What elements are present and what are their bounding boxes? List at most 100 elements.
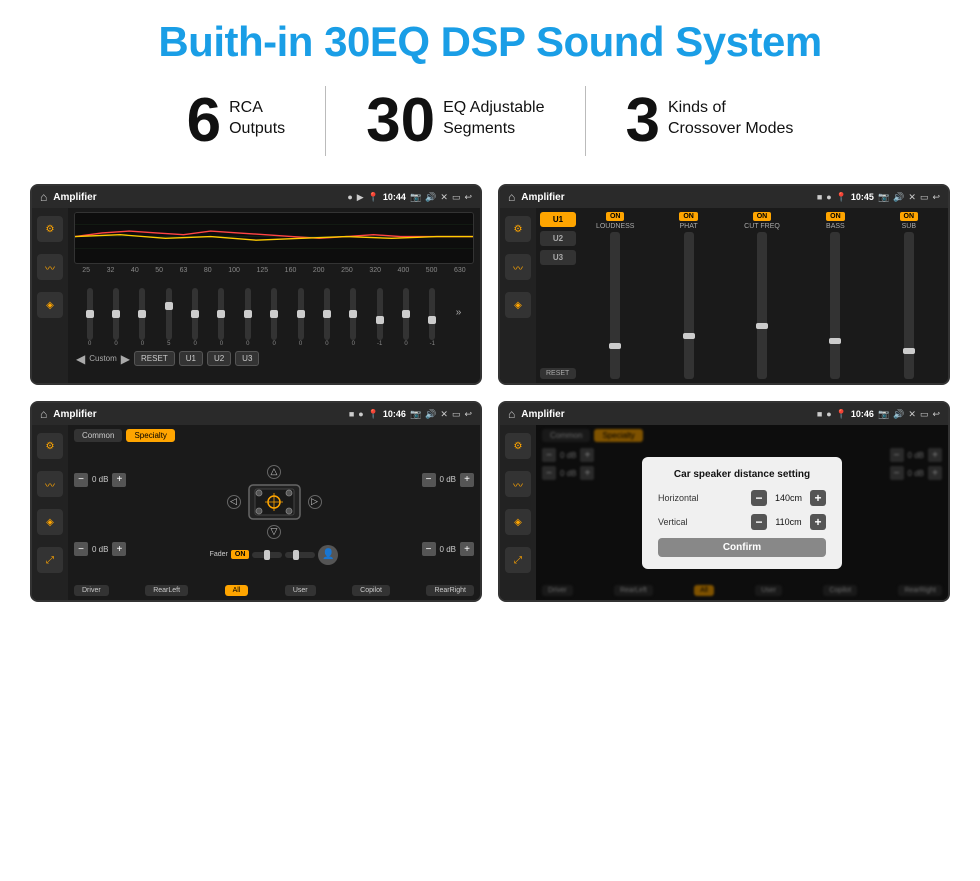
next-btn[interactable]: ▶ — [121, 352, 130, 366]
volume-icon-4: 🔊 — [893, 409, 904, 420]
horizontal-plus-btn[interactable]: + — [810, 490, 826, 506]
u1-preset-btn[interactable]: U1 — [540, 212, 576, 227]
driver-btn[interactable]: Driver — [74, 585, 109, 596]
loudness-col: ON LOUDNESS — [580, 212, 650, 379]
left-arrow[interactable]: ◁ — [227, 495, 241, 509]
u3-preset-btn[interactable]: U3 — [540, 250, 576, 265]
u2-preset-btn[interactable]: U2 — [540, 231, 576, 246]
vertical-minus-btn[interactable]: − — [751, 514, 767, 530]
screen4-status-icons: ■ ● 📍 10:46 📷 🔊 ✕ ▭ ↩ — [817, 409, 940, 420]
dot-icon-4: ■ — [349, 409, 354, 419]
copilot-btn[interactable]: Copilot — [352, 585, 390, 596]
home-icon-3[interactable]: ⌂ — [40, 407, 47, 421]
sub-col: ON SUB — [874, 212, 944, 379]
screen3-time: 10:46 — [383, 409, 406, 419]
screen4-time: 10:46 — [851, 409, 874, 419]
u3-btn[interactable]: U3 — [235, 351, 259, 366]
wave-btn-3[interactable]: 〰 — [37, 471, 63, 497]
loudness-slider[interactable] — [610, 232, 620, 379]
up-arrow[interactable]: △ — [267, 465, 281, 479]
amp2-reset-btn[interactable]: RESET — [540, 368, 576, 379]
preset-label: Custom — [89, 354, 117, 363]
home-icon-2[interactable]: ⌂ — [508, 190, 515, 204]
db2-minus[interactable]: − — [74, 542, 88, 556]
minimize-icon-2: ▭ — [920, 192, 929, 203]
filter-btn-2[interactable]: ⚙ — [505, 216, 531, 242]
eq-wave-btn[interactable]: 〰 — [37, 254, 63, 280]
speaker-btn-2[interactable]: ◈ — [505, 292, 531, 318]
camera-icon-2: 📷 — [878, 192, 889, 203]
home-icon[interactable]: ⌂ — [40, 190, 47, 204]
eq-slider-3: 0 — [139, 288, 145, 347]
stat-eq: 30 EQ Adjustable Segments — [326, 90, 584, 152]
eq-speaker-btn[interactable]: ◈ — [37, 292, 63, 318]
filter-btn-4[interactable]: ⚙ — [505, 433, 531, 459]
confirm-button[interactable]: Confirm — [658, 538, 826, 557]
db3-plus[interactable]: + — [460, 473, 474, 487]
loudness-on[interactable]: ON — [606, 212, 625, 221]
screen1-sidebar: ⚙ 〰 ◈ — [32, 208, 68, 383]
screen-fader: ⌂ Amplifier ■ ● 📍 10:46 📷 🔊 ✕ ▭ ↩ ⚙ 〰 ◈ … — [30, 401, 482, 602]
eq-slider-12: -1 — [377, 288, 383, 347]
db4-minus[interactable]: − — [422, 542, 436, 556]
prev-btn[interactable]: ◀ — [76, 352, 85, 366]
wave-btn-4[interactable]: 〰 — [505, 471, 531, 497]
screenshots-grid: ⌂ Amplifier ● ▶ 📍 10:44 📷 🔊 ✕ ▭ ↩ ⚙ 〰 ◈ — [0, 174, 980, 622]
bass-label: BASS — [826, 223, 845, 230]
db2-plus[interactable]: + — [112, 542, 126, 556]
stat-eq-label1: EQ Adjustable — [443, 98, 544, 119]
user-btn[interactable]: User — [285, 585, 316, 596]
right-arrow[interactable]: ▷ — [308, 495, 322, 509]
expand-btn-3[interactable]: ⤢ — [37, 547, 63, 573]
location-icon-4: 📍 — [836, 409, 847, 420]
back-icon-3: ↩ — [464, 409, 472, 420]
eq-slider-13: 0 — [403, 288, 409, 347]
vertical-plus-btn[interactable]: + — [810, 514, 826, 530]
dot-icon-3: ● — [826, 192, 831, 202]
volume-icon-3: 🔊 — [425, 409, 436, 420]
db1-plus[interactable]: + — [112, 473, 126, 487]
fader-on-badge[interactable]: ON — [231, 550, 250, 559]
dialog-title: Car speaker distance setting — [658, 469, 826, 480]
u1-btn[interactable]: U1 — [179, 351, 203, 366]
home-icon-4[interactable]: ⌂ — [508, 407, 515, 421]
common-tab[interactable]: Common — [74, 429, 122, 442]
phat-on[interactable]: ON — [679, 212, 698, 221]
sub-slider[interactable] — [904, 232, 914, 379]
minimize-icon-3: ▭ — [452, 409, 461, 420]
screen4-topbar: ⌂ Amplifier ■ ● 📍 10:46 📷 🔊 ✕ ▭ ↩ — [500, 403, 948, 425]
sub-on[interactable]: ON — [900, 212, 919, 221]
db1-minus[interactable]: − — [74, 473, 88, 487]
specialty-tab[interactable]: Specialty — [126, 429, 174, 442]
phat-col: ON PHAT — [653, 212, 723, 379]
rearleft-btn[interactable]: RearLeft — [145, 585, 188, 596]
horizontal-minus-btn[interactable]: − — [751, 490, 767, 506]
eq-filter-btn[interactable]: ⚙ — [37, 216, 63, 242]
filter-btn-3[interactable]: ⚙ — [37, 433, 63, 459]
back-icon: ↩ — [464, 192, 472, 203]
play-icon: ▶ — [357, 192, 364, 203]
rearright-btn[interactable]: RearRight — [426, 585, 474, 596]
phat-slider[interactable] — [684, 232, 694, 379]
screen3-sidebar: ⚙ 〰 ◈ ⤢ — [32, 425, 68, 600]
screen1-content: ⚙ 〰 ◈ — [32, 208, 480, 383]
speaker-btn-3[interactable]: ◈ — [37, 509, 63, 535]
cutfreq-slider[interactable] — [757, 232, 767, 379]
back-icon-2: ↩ — [932, 192, 940, 203]
wave-btn-2[interactable]: 〰 — [505, 254, 531, 280]
screen3-content: ⚙ 〰 ◈ ⤢ Common Specialty − 0 dB + — [32, 425, 480, 600]
vertical-value: 110cm — [771, 517, 806, 527]
down-arrow[interactable]: ▽ — [267, 525, 281, 539]
u2-btn[interactable]: U2 — [207, 351, 231, 366]
stat-rca: 6 RCA Outputs — [147, 90, 326, 152]
expand-btn-4[interactable]: ⤢ — [505, 547, 531, 573]
bass-slider[interactable] — [830, 232, 840, 379]
speaker-btn-4[interactable]: ◈ — [505, 509, 531, 535]
all-btn[interactable]: All — [225, 585, 249, 596]
cutfreq-on[interactable]: ON — [753, 212, 772, 221]
bass-on[interactable]: ON — [826, 212, 845, 221]
fader-text-label: Fader — [210, 551, 228, 558]
db4-plus[interactable]: + — [460, 542, 474, 556]
db3-minus[interactable]: − — [422, 473, 436, 487]
reset-btn[interactable]: RESET — [134, 351, 175, 366]
